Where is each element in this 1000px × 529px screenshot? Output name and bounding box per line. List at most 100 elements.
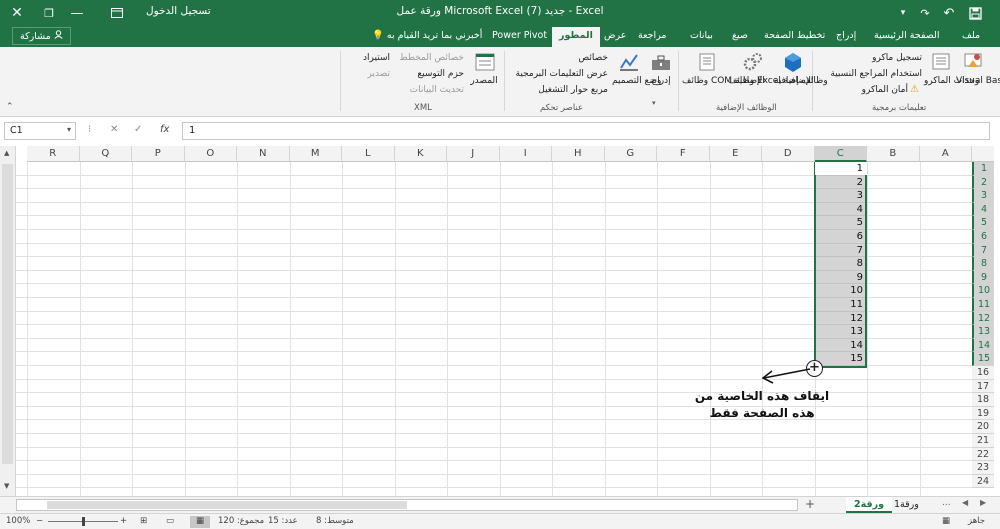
save-icon[interactable] — [960, 2, 990, 24]
vertical-scrollbar[interactable]: ▲ ▼ — [0, 146, 16, 496]
horizontal-scrollbar[interactable] — [16, 499, 798, 511]
signin-link[interactable]: تسجيل الدخول — [146, 5, 211, 17]
toolbox-icon[interactable] — [650, 51, 672, 73]
xml-source-button[interactable]: المصدر — [468, 76, 500, 87]
zoom-level[interactable]: 100% — [6, 516, 30, 526]
row-header[interactable]: 20 — [972, 420, 994, 434]
normal-view-icon[interactable]: ▦ — [190, 516, 210, 528]
row-header[interactable]: 4 — [972, 202, 994, 217]
relative-references-button[interactable]: استخدام المراجع النسبية — [818, 69, 922, 80]
tab-file[interactable]: ملف — [962, 30, 980, 41]
map-properties-button[interactable]: خصائص المخطط — [392, 53, 464, 64]
column-header[interactable]: B — [867, 146, 920, 162]
tab-scroll-left-icon[interactable]: ◀ — [962, 498, 968, 507]
tab-data[interactable]: بيانات — [690, 30, 713, 41]
row-header[interactable]: 18 — [972, 393, 994, 407]
row-header[interactable]: 10 — [972, 284, 994, 298]
column-header[interactable]: A — [919, 146, 972, 162]
worksheet-grid[interactable]: ▲ ▼ + ايقاف هذه الخاصية من هذه الصفحة فق… — [0, 146, 1000, 496]
row-header[interactable]: 3 — [972, 189, 994, 203]
properties-button[interactable]: خصائص — [556, 53, 608, 64]
zoom-out-icon[interactable]: − — [36, 516, 43, 526]
design-mode-icon[interactable] — [618, 51, 640, 73]
column-header[interactable]: G — [604, 146, 657, 162]
row-header[interactable]: 13 — [972, 325, 994, 339]
column-header[interactable]: L — [342, 146, 395, 162]
row-header[interactable]: 19 — [972, 406, 994, 421]
collapse-ribbon-icon[interactable]: ⌃ — [6, 102, 14, 112]
column-header[interactable]: C — [814, 146, 867, 162]
scroll-thumb[interactable] — [2, 164, 13, 464]
cell-c2[interactable]: 2 — [815, 176, 868, 189]
row-header[interactable]: 9 — [972, 270, 994, 285]
cell-c12[interactable]: 12 — [815, 312, 868, 325]
enter-icon[interactable]: ✓ — [134, 124, 142, 135]
row-header[interactable]: 16 — [972, 366, 994, 380]
row-header[interactable]: 15 — [972, 352, 994, 366]
row-header[interactable]: 7 — [972, 243, 994, 258]
sheet-tab-1[interactable]: ورقة1 — [886, 497, 927, 513]
row-header[interactable]: 17 — [972, 379, 994, 394]
tab-home[interactable]: الصفحة الرئيسية — [874, 30, 940, 41]
row-header[interactable]: 23 — [972, 461, 994, 475]
cell-c4[interactable]: 4 — [815, 203, 868, 216]
minimize-icon[interactable]: — — [62, 2, 92, 24]
tab-more-icon[interactable]: ... — [942, 498, 951, 508]
ribbon-display-options-icon[interactable] — [102, 2, 132, 24]
cell-c10[interactable]: 10 — [815, 284, 868, 297]
row-header[interactable]: 21 — [972, 434, 994, 448]
cell-c3[interactable]: 3 — [815, 189, 868, 202]
column-header[interactable]: J — [447, 146, 500, 162]
row-header[interactable]: 24 — [972, 474, 994, 489]
visual-basic-icon[interactable] — [962, 51, 984, 73]
column-header[interactable]: H — [552, 146, 605, 162]
page-break-view-icon[interactable]: ⊞ — [140, 516, 147, 526]
tab-developer[interactable]: المطور — [552, 27, 600, 47]
insert-dropdown-icon[interactable]: ▾ — [652, 98, 656, 109]
row-header[interactable]: 22 — [972, 447, 994, 462]
expansion-packs-button[interactable]: حزم التوسيع — [396, 69, 464, 80]
close-icon[interactable]: ✕ — [2, 2, 32, 24]
tab-power-pivot[interactable]: Power Pivot — [492, 30, 547, 41]
tab-page-layout[interactable]: تخطيط الصفحة — [764, 30, 825, 41]
tell-me-search[interactable]: 💡 أخبرني بما تريد القيام به — [372, 30, 482, 41]
design-mode-button[interactable]: وضع التصميم — [612, 76, 661, 87]
tab-formulas[interactable]: صيغ — [732, 30, 748, 41]
scroll-down-icon[interactable]: ▼ — [4, 482, 9, 490]
row-header[interactable]: 12 — [972, 311, 994, 326]
macros-button[interactable]: وحدات الماكرو — [924, 76, 979, 87]
restore-icon[interactable]: ❐ — [34, 2, 64, 24]
com-addins-button[interactable]: وظائف COM الإضافية — [682, 76, 765, 87]
cell-c9[interactable]: 9 — [815, 271, 868, 284]
macro-record-icon[interactable]: ▦ — [942, 516, 950, 526]
tab-insert[interactable]: إدراج — [836, 30, 856, 41]
column-header[interactable]: P — [132, 146, 185, 162]
cell-c6[interactable]: 6 — [815, 230, 868, 243]
cell-c14[interactable]: 14 — [815, 339, 868, 352]
row-header[interactable]: 8 — [972, 257, 994, 271]
row-header[interactable]: 14 — [972, 338, 994, 353]
column-header[interactable]: K — [394, 146, 447, 162]
cell-c7[interactable]: 7 — [815, 244, 868, 257]
formula-input[interactable]: 1 — [182, 122, 990, 140]
macros-icon[interactable] — [930, 51, 952, 73]
chevron-down-icon[interactable]: ▾ — [67, 125, 71, 134]
column-header[interactable]: O — [184, 146, 237, 162]
column-header[interactable]: R — [27, 146, 80, 162]
record-macro-button[interactable]: تسجيل ماكرو — [856, 53, 922, 64]
drag-handle-icon[interactable]: ⁝ — [88, 124, 91, 135]
column-header[interactable]: D — [762, 146, 815, 162]
page-layout-view-icon[interactable]: ▭ — [166, 516, 174, 526]
horizontal-scroll-thumb[interactable] — [47, 501, 407, 509]
customize-qat-icon[interactable]: ▾ — [888, 2, 918, 24]
cell-c11[interactable]: 11 — [815, 298, 868, 311]
export-button[interactable]: تصدير — [344, 69, 390, 80]
row-header[interactable]: 5 — [972, 216, 994, 230]
zoom-slider-thumb[interactable] — [82, 517, 85, 526]
cell-c5[interactable]: 5 — [815, 216, 868, 229]
column-header[interactable]: M — [289, 146, 342, 162]
add-sheet-button[interactable]: + — [805, 497, 815, 511]
view-code-button[interactable]: عرض التعليمات البرمجية — [494, 69, 608, 80]
row-header[interactable]: 1 — [972, 162, 994, 176]
zoom-in-icon[interactable]: + — [120, 516, 127, 526]
